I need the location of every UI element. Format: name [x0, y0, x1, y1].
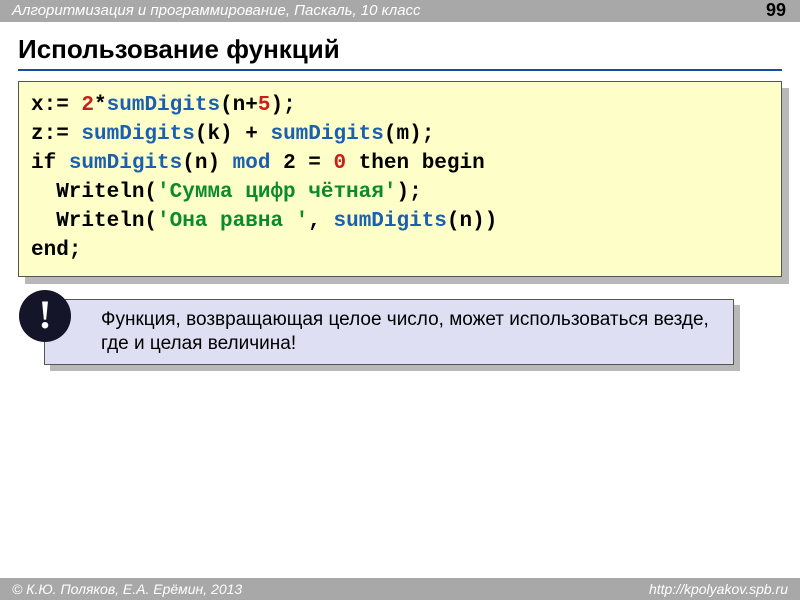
note-block: ! Функция, возвращающая целое число, мож…	[44, 299, 734, 366]
code-line-6: end;	[31, 239, 81, 262]
footer-bar: © К.Ю. Поляков, Е.А. Ерёмин, 2013 http:/…	[0, 578, 800, 600]
slide-title: Использование функций	[18, 34, 782, 71]
code-line-2: z:= sumDigits(k) + sumDigits(m);	[31, 123, 434, 146]
page-number: 99	[766, 0, 786, 21]
code-box: x:= 2*sumDigits(n+5); z:= sumDigits(k) +…	[18, 81, 782, 277]
code-line-3: if sumDigits(n) mod 2 = 0 then begin	[31, 152, 485, 175]
note-text: Функция, возвращающая целое число, может…	[101, 309, 709, 354]
header-bar: Алгоритмизация и программирование, Паска…	[0, 0, 800, 22]
code-line-4: Writeln('Сумма цифр чётная');	[31, 181, 422, 204]
footer-url: http://kpolyakov.spb.ru	[649, 581, 788, 597]
footer-authors: © К.Ю. Поляков, Е.А. Ерёмин, 2013	[12, 581, 242, 597]
slide-content: Использование функций x:= 2*sumDigits(n+…	[0, 22, 800, 365]
note-box: ! Функция, возвращающая целое число, мож…	[44, 299, 734, 366]
code-block: x:= 2*sumDigits(n+5); z:= sumDigits(k) +…	[18, 81, 782, 277]
code-line-5: Writeln('Она равна ', sumDigits(n))	[31, 210, 497, 233]
code-line-1: x:= 2*sumDigits(n+5);	[31, 94, 296, 117]
exclamation-icon: !	[19, 290, 71, 342]
course-title: Алгоритмизация и программирование, Паска…	[12, 2, 421, 19]
